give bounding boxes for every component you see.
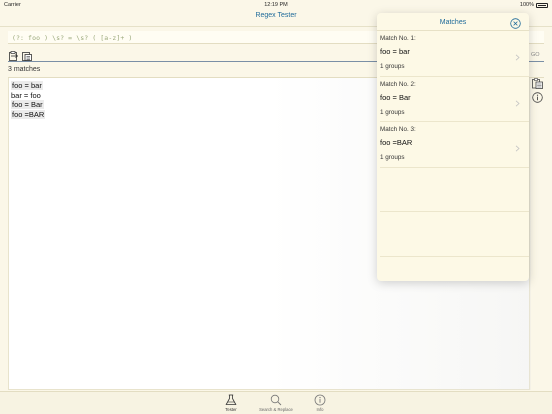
battery-percent: 100% [519,2,534,8]
tab-bar: Tester Search & Replace Info [0,391,552,414]
text-line-1: foo = bar [11,81,43,90]
row-divider [380,211,529,212]
matches-title: Matches [439,19,467,26]
chevron-right-icon [515,139,520,152]
row-divider [380,167,529,168]
chevron-right-icon [515,94,520,107]
match-text: foo =BAR [380,138,413,147]
match-title: Match No. 3: [380,126,416,133]
test-text-lines: foo = bar bar = foo foo = Bar foo =BAR [11,81,46,119]
match-text: foo = bar [380,47,410,56]
go-button[interactable]: GO [531,52,540,58]
tab-info[interactable]: Info [300,394,340,412]
text-line-2: bar = foo [11,90,41,100]
match-title: Match No. 1: [380,35,416,42]
match-groups: 1 groups [380,109,405,116]
status-bar: Carrier 12:19 PM 100% [0,0,552,10]
match-count: 3 matches [8,66,41,73]
tab-label: Search & Replace [259,407,293,412]
match-groups: 1 groups [380,63,405,70]
match-groups: 1 groups [380,154,405,161]
match-item-2[interactable]: Match No. 2: foo = Bar 1 groups [377,77,529,122]
text-line-3: foo = Bar [11,100,44,110]
match-title: Match No. 2: [380,81,416,88]
match-text: foo = Bar [380,93,411,102]
flask-icon [211,394,251,406]
paste-text-icon[interactable] [9,48,19,61]
match-item-1[interactable]: Match No. 1: foo = bar 1 groups [377,31,529,76]
copy-matches-icon[interactable] [532,76,543,89]
matches-popover: Matches Match No. 1: foo = bar 1 groups … [377,13,529,281]
tab-label: Tester [225,407,237,412]
search-icon [256,394,296,406]
info-icon [300,394,340,406]
close-icon[interactable] [510,16,521,29]
clock: 12:19 PM [264,2,288,8]
tab-label: Info [316,407,324,412]
tab-tester[interactable]: Tester [211,394,251,412]
chevron-right-icon [515,48,520,61]
battery-icon [536,2,548,8]
match-item-3[interactable]: Match No. 3: foo =BAR 1 groups [377,122,529,167]
info-icon[interactable] [532,90,543,103]
text-line-4: foo =BAR [11,109,46,119]
tab-search-replace[interactable]: Search & Replace [256,394,296,412]
battery-indicator: 100% [520,2,548,8]
row-divider [380,256,529,257]
clipboard-icon[interactable] [22,48,32,61]
